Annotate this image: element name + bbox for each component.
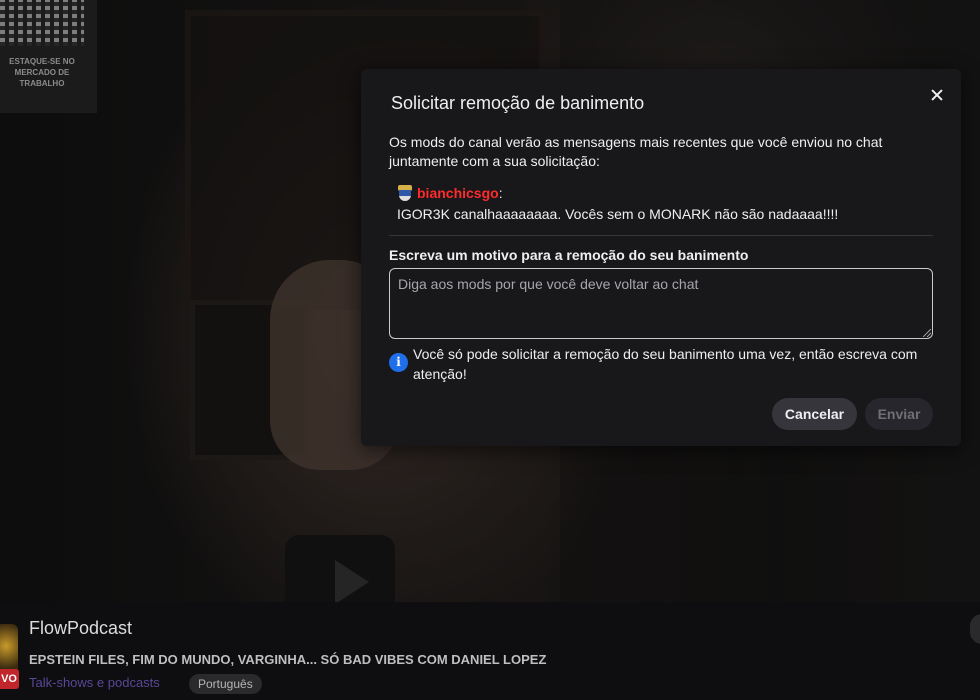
- info-icon: i: [389, 353, 408, 372]
- channel-name[interactable]: FlowPodcast: [29, 618, 132, 639]
- close-icon[interactable]: [923, 81, 951, 109]
- channel-info-bar: VO FlowPodcast EPSTEIN FILES, FIM DO MUN…: [0, 602, 980, 700]
- resize-grip-icon[interactable]: [923, 329, 931, 337]
- promo-overlay: ESTAQUE-SE NO MERCADO DE TRABALHO: [0, 0, 97, 113]
- live-badge: VO: [0, 669, 19, 689]
- modal-title: Solicitar remoção de banimento: [391, 93, 645, 113]
- recent-chat-message: bianchicsgo: IGOR3K canalhaaaaaaaa. Você…: [397, 183, 937, 225]
- 2032-badge-icon: [397, 185, 413, 201]
- chat-username: bianchicsgo: [417, 185, 499, 201]
- divider: [389, 235, 933, 236]
- reason-input[interactable]: [389, 268, 933, 339]
- promo-text: ESTAQUE-SE NO MERCADO DE TRABALHO: [9, 57, 75, 88]
- chat-message-text: IGOR3K canalhaaaaaaaa. Vocês sem o MONAR…: [397, 206, 839, 222]
- channel-avatar[interactable]: [0, 624, 18, 674]
- stream-title: EPSTEIN FILES, FIM DO MUNDO, VARGINHA...…: [29, 652, 547, 667]
- language-tag[interactable]: Português: [189, 674, 262, 694]
- reason-label: Escreva um motivo para a remoção do seu …: [389, 247, 749, 263]
- cancel-button[interactable]: Cancelar: [772, 398, 857, 430]
- unban-request-modal: Solicitar remoção de banimento Os mods d…: [361, 69, 961, 446]
- category-link[interactable]: Talk-shows e podcasts: [29, 675, 160, 690]
- follow-button[interactable]: [970, 614, 980, 644]
- warning-note: Você só pode solicitar a remoção do seu …: [413, 346, 918, 382]
- send-button[interactable]: Enviar: [865, 398, 933, 430]
- modal-description: Os mods do canal verão as mensagens mais…: [389, 134, 883, 169]
